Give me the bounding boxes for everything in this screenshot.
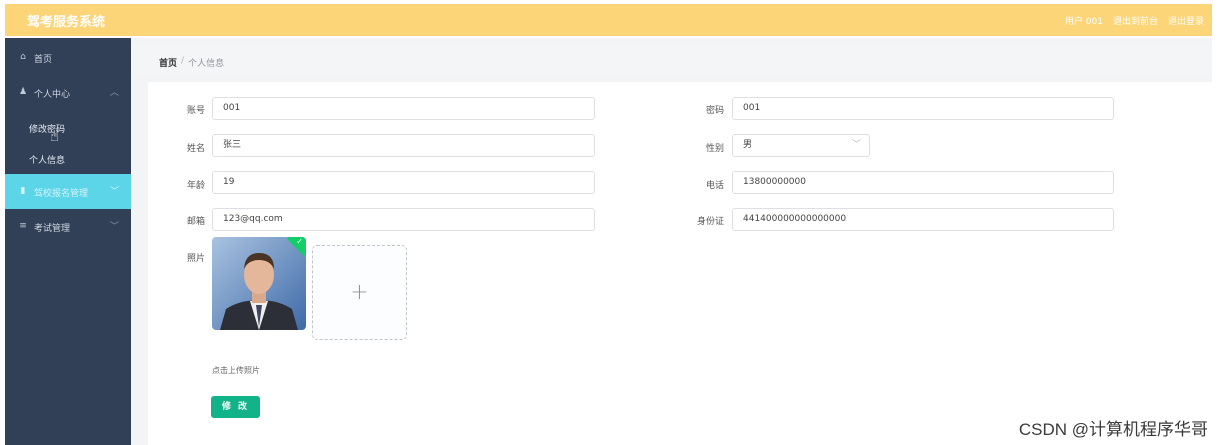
account-input[interactable]: 001 xyxy=(212,97,595,120)
password-label: 密码 xyxy=(705,106,724,116)
gender-selected: 男 xyxy=(743,140,753,150)
breadcrumb-home[interactable]: 首页 xyxy=(159,56,177,69)
home-icon: ⌂ xyxy=(20,52,26,62)
breadcrumb-bar: 首页 / 个人信息 xyxy=(131,46,1212,76)
breadcrumb-separator: / xyxy=(181,56,185,66)
top-bar: 驾考服务系统 用户 001 退出到前台 退出登录 xyxy=(5,4,1212,36)
chevron-down-icon: ﹀ xyxy=(851,140,861,150)
user-name: 用户 001 xyxy=(1064,17,1103,27)
plus-icon: + xyxy=(350,280,369,305)
name-input[interactable]: 张三 xyxy=(212,134,595,157)
gender-select[interactable]: 男 ﹀ xyxy=(732,134,870,157)
sidebar-item-label: 个人中心 xyxy=(34,90,71,100)
logout-link[interactable]: 退出登录 xyxy=(1168,14,1204,27)
name-label: 姓名 xyxy=(186,144,205,154)
breadcrumb-current: 个人信息 xyxy=(188,59,225,69)
upload-hint: 点击上传照片 xyxy=(212,366,260,375)
profile-photo[interactable]: ✓ xyxy=(212,237,306,330)
sidebar-item-label: 首页 xyxy=(34,55,53,65)
chevron-down-icon: ﹀ xyxy=(109,222,119,232)
check-icon: ✓ xyxy=(296,237,303,246)
sidebar-item-home[interactable]: ⌂ 首页 xyxy=(5,40,131,75)
sidebar-item-change-password[interactable]: 修改密码 xyxy=(5,112,131,142)
sidebar-item-personal-info[interactable]: 个人信息 xyxy=(5,143,131,173)
sidebar: ⌂ 首页 ♟ 个人中心 ︿ 修改密码 个人信息 ▮ 驾校报名管理 ﹀ ≡ 考试管… xyxy=(5,38,131,445)
trash-icon: ▮ xyxy=(20,186,26,196)
sidebar-item-label: 个人信息 xyxy=(29,156,66,166)
sidebar-item-personal-center[interactable]: ♟ 个人中心 ︿ xyxy=(5,75,131,110)
app-title: 驾考服务系统 xyxy=(27,15,106,30)
photo-uploader[interactable]: + xyxy=(312,245,407,340)
sidebar-item-school-registration[interactable]: ▮ 驾校报名管理 ﹀ xyxy=(5,174,131,209)
portrait-image xyxy=(212,237,306,330)
watermark: CSDN @计算机程序华哥 xyxy=(1018,420,1208,439)
chevron-up-icon: ︿ xyxy=(109,88,119,98)
back-to-front-link[interactable]: 退出到前台 xyxy=(1113,14,1158,27)
sidebar-item-label: 考试管理 xyxy=(34,224,71,234)
phone-label: 电话 xyxy=(705,181,724,191)
password-input[interactable]: 001 xyxy=(732,97,1114,120)
photo-label: 照片 xyxy=(186,254,205,264)
user-icon: ♟ xyxy=(18,87,28,97)
idcard-label: 身份证 xyxy=(696,217,724,227)
sidebar-item-label: 驾校报名管理 xyxy=(34,189,89,199)
gender-label: 性别 xyxy=(705,144,724,154)
email-input[interactable]: 123@qq.com xyxy=(212,208,595,231)
phone-input[interactable]: 13800000000 xyxy=(732,171,1114,194)
age-label: 年龄 xyxy=(186,181,205,191)
submit-button[interactable]: 修 改 xyxy=(211,396,260,418)
idcard-input[interactable]: 441400000000000000 xyxy=(732,208,1114,231)
email-label: 邮箱 xyxy=(186,217,205,227)
menu-icon: ≡ xyxy=(19,221,27,231)
age-input[interactable]: 19 xyxy=(212,171,595,194)
breadcrumb: 首页 / 个人信息 xyxy=(159,56,224,69)
account-label: 账号 xyxy=(186,106,205,116)
sidebar-item-label: 修改密码 xyxy=(29,125,66,135)
hand-cursor-icon: ☝ xyxy=(50,127,60,145)
sidebar-item-exam-management[interactable]: ≡ 考试管理 ﹀ xyxy=(5,209,131,244)
chevron-down-icon: ﹀ xyxy=(109,187,119,197)
header-links: 用户 001 退出到前台 退出登录 xyxy=(1065,14,1204,27)
